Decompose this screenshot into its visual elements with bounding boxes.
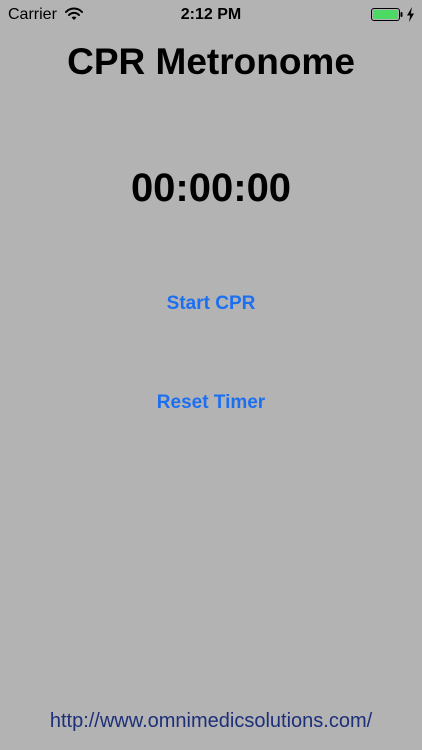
- status-time: 2:12 PM: [180, 6, 242, 23]
- charging-bolt-icon: [406, 7, 415, 22]
- reset-timer-button[interactable]: Reset Timer: [0, 391, 422, 415]
- status-bar: Carrier 2:12 PM: [0, 0, 422, 30]
- website-link[interactable]: http://www.omnimedicsolutions.com/: [0, 709, 422, 733]
- battery-icon: [371, 8, 403, 21]
- timer-display: 00:00:00: [130, 166, 292, 210]
- app-title: CPR Metronome: [67, 41, 355, 82]
- start-cpr-button[interactable]: Start CPR: [0, 292, 422, 316]
